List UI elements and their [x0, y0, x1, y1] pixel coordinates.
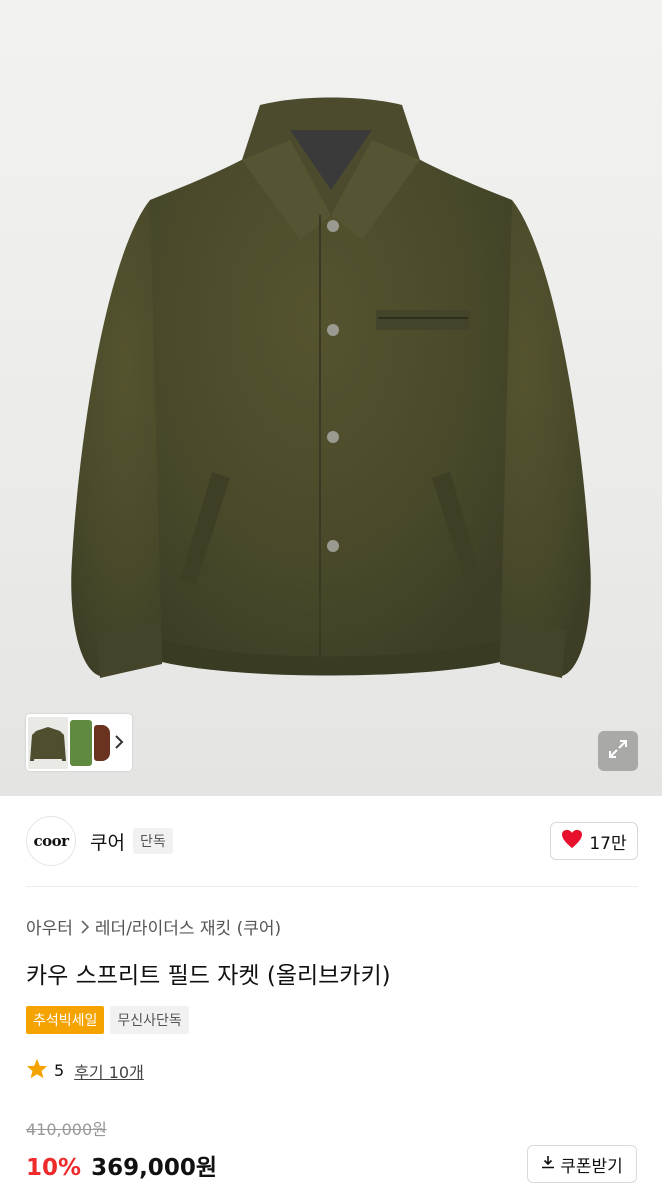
brand-logo[interactable]: coor	[26, 816, 76, 866]
coupon-label: 쿠폰받기	[560, 1156, 623, 1177]
download-icon	[541, 1154, 555, 1174]
expand-icon	[607, 738, 629, 764]
exclusive-tag: 무신사단독	[110, 1006, 189, 1034]
divider	[26, 886, 638, 887]
thumbnail-strip[interactable]	[26, 714, 132, 771]
sale-price: 369,000원	[91, 1155, 217, 1181]
rating: 5 후기 10개	[26, 1058, 144, 1083]
heart-icon	[561, 829, 583, 854]
expand-button[interactable]	[598, 731, 638, 771]
breadcrumb-category[interactable]: 아우터	[26, 914, 73, 939]
breadcrumb: 아우터 레더/라이더스 재킷 (쿠어)	[26, 914, 281, 939]
exclusive-badge: 단독	[132, 828, 173, 854]
review-link[interactable]: 후기 10개	[74, 1059, 144, 1083]
breadcrumb-subcategory[interactable]: 레더/라이더스 재킷 (쿠어)	[95, 914, 281, 939]
product-title: 카우 스프리트 필드 자켓 (올리브카키)	[26, 963, 391, 989]
price-row: 10% 369,000원	[26, 1148, 217, 1182]
brand-row: coor 쿠어 단독 17만	[26, 815, 638, 867]
sale-tag: 추석빅세일	[26, 1006, 105, 1034]
thumbnail-green-jacket[interactable]	[70, 719, 92, 766]
product-image[interactable]	[0, 0, 662, 796]
original-price: 410,000원	[26, 1120, 107, 1139]
like-count: 17만	[589, 833, 627, 854]
rating-score: 5	[54, 1061, 65, 1080]
discount-rate: 10%	[26, 1155, 82, 1181]
like-button[interactable]: 17만	[550, 822, 638, 860]
star-icon	[26, 1058, 48, 1083]
chevron-right-icon	[81, 919, 89, 934]
thumbnail-brown-jacket[interactable]	[94, 724, 110, 761]
coupon-button[interactable]: 쿠폰받기	[527, 1145, 637, 1183]
tag-list: 추석빅세일 무신사단독	[26, 1006, 189, 1034]
brand-name[interactable]: 쿠어	[90, 828, 125, 855]
jacket-photo	[71, 97, 591, 678]
thumbnail-olive-jacket[interactable]	[28, 716, 68, 769]
chevron-right-icon[interactable]	[112, 732, 126, 752]
